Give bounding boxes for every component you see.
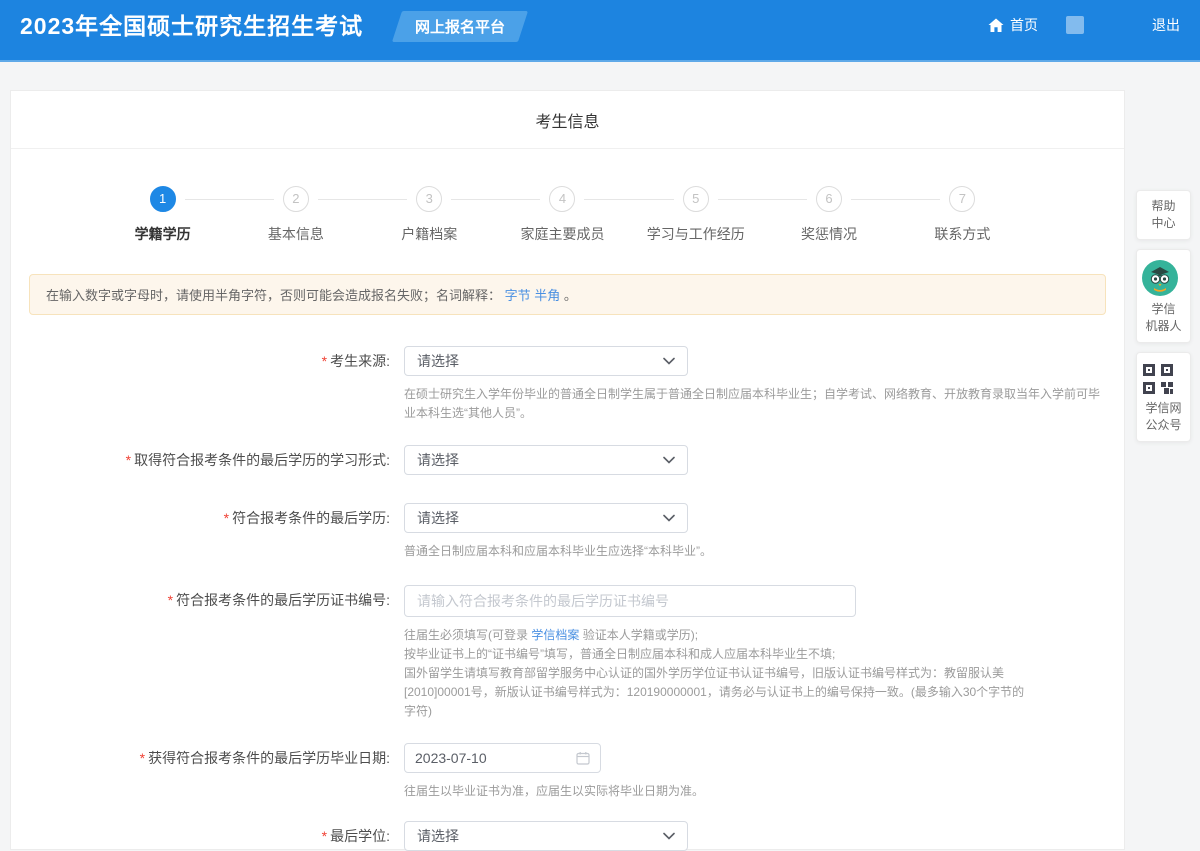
required-mark: *: [322, 828, 327, 844]
certificate-number-help: 往届生必须填写(可登录 学信档案 验证本人学籍或学历); 按毕业证书上的“证书编…: [404, 626, 1036, 722]
candidate-info-card: 考生信息 1 学籍学历 2 基本信息 3 户籍档案 4 家庭主要成员 5 学习与…: [10, 90, 1125, 850]
calendar-icon: [576, 751, 590, 765]
step-5-circle: 5: [683, 186, 709, 212]
nav-logout-label: 退出: [1152, 15, 1180, 35]
chevron-down-icon: [663, 514, 675, 522]
required-mark: *: [140, 750, 145, 766]
required-mark: *: [126, 452, 131, 468]
certificate-number-label: *符合报考条件的最后学历证书编号:: [11, 585, 404, 722]
chevron-down-icon: [663, 357, 675, 365]
step-3-circle: 3: [416, 186, 442, 212]
candidate-source-value: 请选择: [417, 351, 459, 371]
robot-mascot-icon: [1141, 259, 1186, 297]
chsi-robot-button[interactable]: 学信 机器人: [1136, 249, 1191, 343]
graduation-date-value: 2023-07-10: [415, 750, 487, 766]
required-mark: *: [322, 353, 327, 369]
graduation-date-picker[interactable]: 2023-07-10: [404, 743, 601, 773]
site-title: 2023年全国硕士研究生招生考试: [20, 11, 363, 41]
nav-home[interactable]: 首页: [988, 15, 1038, 35]
field-graduation-date: *获得符合报考条件的最后学历毕业日期: 2023-07-10 往届生以毕业证书为…: [11, 743, 1124, 801]
required-mark: *: [224, 510, 229, 526]
header-nav: 首页 退出: [988, 11, 1180, 35]
required-mark: *: [168, 592, 173, 608]
step-5-study-work-experience[interactable]: 5 学习与工作经历: [629, 186, 762, 244]
study-form-label: *取得符合报考条件的最后学历的学习形式:: [11, 445, 404, 475]
field-candidate-source: *考生来源: 请选择 在硕士研究生入学年份毕业的普通全日制学生属于普通全日制应届…: [11, 346, 1124, 423]
home-icon: [988, 18, 1004, 33]
notice-suffix: 。: [564, 288, 577, 303]
nav-home-label: 首页: [1010, 15, 1038, 35]
step-3-household-file[interactable]: 3 户籍档案: [363, 186, 496, 244]
certificate-number-input[interactable]: [404, 585, 856, 617]
step-4-circle: 4: [549, 186, 575, 212]
graduation-date-label: *获得符合报考条件的最后学历毕业日期:: [11, 743, 404, 801]
last-education-select[interactable]: 请选择: [404, 503, 688, 533]
user-badge: [1066, 16, 1084, 34]
help-center-button[interactable]: 帮助 中心: [1136, 190, 1191, 240]
nav-logout[interactable]: 退出: [1152, 15, 1180, 35]
step-1-circle: 1: [150, 186, 176, 212]
card-title-bar: 考生信息: [11, 91, 1124, 149]
top-header: 2023年全国硕士研究生招生考试 网上报名平台 首页 退出: [0, 0, 1200, 62]
field-last-education: *符合报考条件的最后学历: 请选择 普通全日制应届本科和应届本科毕业生应选择“本…: [11, 503, 1124, 561]
field-last-degree: *最后学位: 请选择: [11, 821, 1124, 851]
chevron-down-icon: [663, 832, 675, 840]
platform-badge: 网上报名平台: [392, 11, 528, 42]
platform-badge-label: 网上报名平台: [415, 16, 505, 37]
field-certificate-number: *符合报考条件的最后学历证书编号: 往届生必须填写(可登录 学信档案 验证本人学…: [11, 585, 1124, 722]
chevron-down-icon: [663, 456, 675, 464]
study-form-select[interactable]: 请选择: [404, 445, 688, 475]
last-education-value: 请选择: [417, 508, 459, 528]
page-title: 考生信息: [535, 108, 599, 132]
step-7-circle: 7: [949, 186, 975, 212]
field-study-form: *取得符合报考条件的最后学历的学习形式: 请选择: [11, 445, 1124, 475]
step-2-circle: 2: [283, 186, 309, 212]
graduation-date-help: 往届生以毕业证书为准，应届生以实际将毕业日期为准。: [404, 782, 1124, 801]
floating-sidebar: 帮助 中心 学信 机器人: [1136, 190, 1191, 442]
candidate-source-select[interactable]: 请选择: [404, 346, 688, 376]
chsi-archive-link[interactable]: 学信档案: [531, 628, 579, 642]
last-degree-value: 请选择: [417, 826, 459, 846]
cert-help-line-1: 往届生必须填写(可登录 学信档案 验证本人学籍或学历);: [404, 626, 1036, 645]
candidate-source-label: *考生来源:: [11, 346, 404, 423]
step-2-basic-info[interactable]: 2 基本信息: [229, 186, 362, 244]
candidate-source-help: 在硕士研究生入学年份毕业的普通全日制学生属于普通全日制应届本科毕业生；自学考试、…: [404, 385, 1104, 423]
halfwidth-term-link[interactable]: 半角: [534, 288, 560, 303]
last-education-label: *符合报考条件的最后学历:: [11, 503, 404, 561]
halfwidth-notice: 在输入数字或字母时，请使用半角字符，否则可能会造成报名失败；名词解释： 字节 半…: [29, 274, 1106, 315]
notice-text: 在输入数字或字母时，请使用半角字符，否则可能会造成报名失败；名词解释：: [46, 288, 501, 303]
academic-record-form: *考生来源: 请选择 在硕士研究生入学年份毕业的普通全日制学生属于普通全日制应届…: [11, 346, 1124, 851]
cert-help-line-2: 按毕业证书上的“证书编号”填写，普通全日制应届本科和成人应届本科毕业生不填;: [404, 645, 1036, 664]
step-4-family-members[interactable]: 4 家庭主要成员: [496, 186, 629, 244]
study-form-value: 请选择: [417, 450, 459, 470]
step-indicator: 1 学籍学历 2 基本信息 3 户籍档案 4 家庭主要成员 5 学习与工作经历 …: [11, 149, 1124, 260]
step-1-academic-record[interactable]: 1 学籍学历: [96, 186, 229, 244]
last-education-help: 普通全日制应届本科和应届本科毕业生应选择“本科毕业”。: [404, 542, 1124, 561]
step-6-rewards-punishments[interactable]: 6 奖惩情况: [762, 186, 895, 244]
last-degree-label: *最后学位:: [11, 821, 404, 851]
last-degree-select[interactable]: 请选择: [404, 821, 688, 851]
qr-code-icon: [1141, 362, 1186, 396]
step-7-contact-info[interactable]: 7 联系方式: [896, 186, 1029, 244]
step-6-circle: 6: [816, 186, 842, 212]
byte-term-link[interactable]: 字节: [505, 288, 531, 303]
cert-help-line-3: 国外留学生请填写教育部留学服务中心认证的国外学历学位证书认证书编号，旧版认证书编…: [404, 664, 1036, 722]
wechat-qr-button[interactable]: 学信网 公众号: [1136, 352, 1191, 442]
